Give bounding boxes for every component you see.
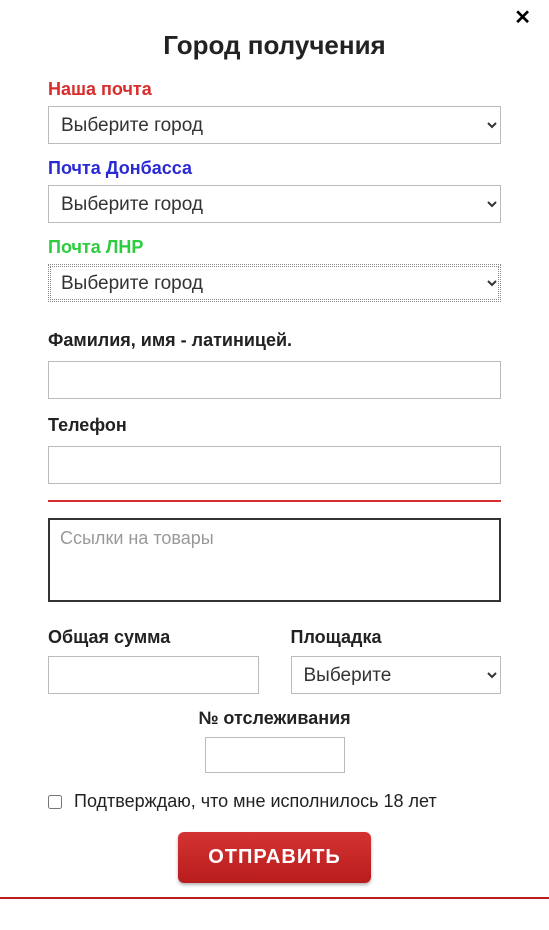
- total-input[interactable]: [48, 656, 259, 694]
- nasha-pochta-label: Наша почта: [48, 79, 501, 100]
- form-container: Город получения Наша почта Выберите горо…: [0, 0, 549, 883]
- phone-input[interactable]: [48, 446, 501, 484]
- product-links-textarea[interactable]: [48, 518, 501, 602]
- page-title: Город получения: [48, 30, 501, 61]
- tracking-label: № отслеживания: [48, 708, 501, 729]
- phone-label: Телефон: [48, 415, 501, 436]
- bottom-divider: [0, 897, 549, 899]
- age-confirm-checkbox[interactable]: [48, 795, 62, 809]
- submit-button[interactable]: ОТПРАВИТЬ: [178, 832, 371, 883]
- age-confirm-label: Подтверждаю, что мне исполнилось 18 лет: [74, 791, 437, 812]
- nasha-pochta-group: Наша почта Выберите город: [48, 79, 501, 144]
- fullname-label: Фамилия, имя - латиницей.: [48, 330, 501, 351]
- pochta-donbassa-group: Почта Донбасса Выберите город: [48, 158, 501, 223]
- fullname-input[interactable]: [48, 361, 501, 399]
- pochta-lnr-group: Почта ЛНР Выберите город: [48, 237, 501, 302]
- age-confirm-row: Подтверждаю, что мне исполнилось 18 лет: [48, 791, 501, 812]
- tracking-input[interactable]: [205, 737, 345, 773]
- total-label: Общая сумма: [48, 627, 259, 648]
- platform-label: Площадка: [291, 627, 502, 648]
- pochta-lnr-label: Почта ЛНР: [48, 237, 501, 258]
- platform-select[interactable]: Выберите: [291, 656, 502, 694]
- pochta-donbassa-label: Почта Донбасса: [48, 158, 501, 179]
- pochta-lnr-select[interactable]: Выберите город: [48, 264, 501, 302]
- fullname-group: Фамилия, имя - латиницей.: [48, 330, 501, 399]
- phone-group: Телефон: [48, 415, 501, 484]
- tracking-group: № отслеживания: [48, 708, 501, 773]
- close-icon[interactable]: ✕: [514, 8, 531, 28]
- divider-red: [48, 500, 501, 502]
- submit-row: ОТПРАВИТЬ: [48, 832, 501, 883]
- platform-group: Площадка Выберите: [291, 627, 502, 694]
- pochta-donbassa-select[interactable]: Выберите город: [48, 185, 501, 223]
- total-group: Общая сумма: [48, 627, 259, 694]
- nasha-pochta-select[interactable]: Выберите город: [48, 106, 501, 144]
- total-platform-row: Общая сумма Площадка Выберите: [48, 627, 501, 694]
